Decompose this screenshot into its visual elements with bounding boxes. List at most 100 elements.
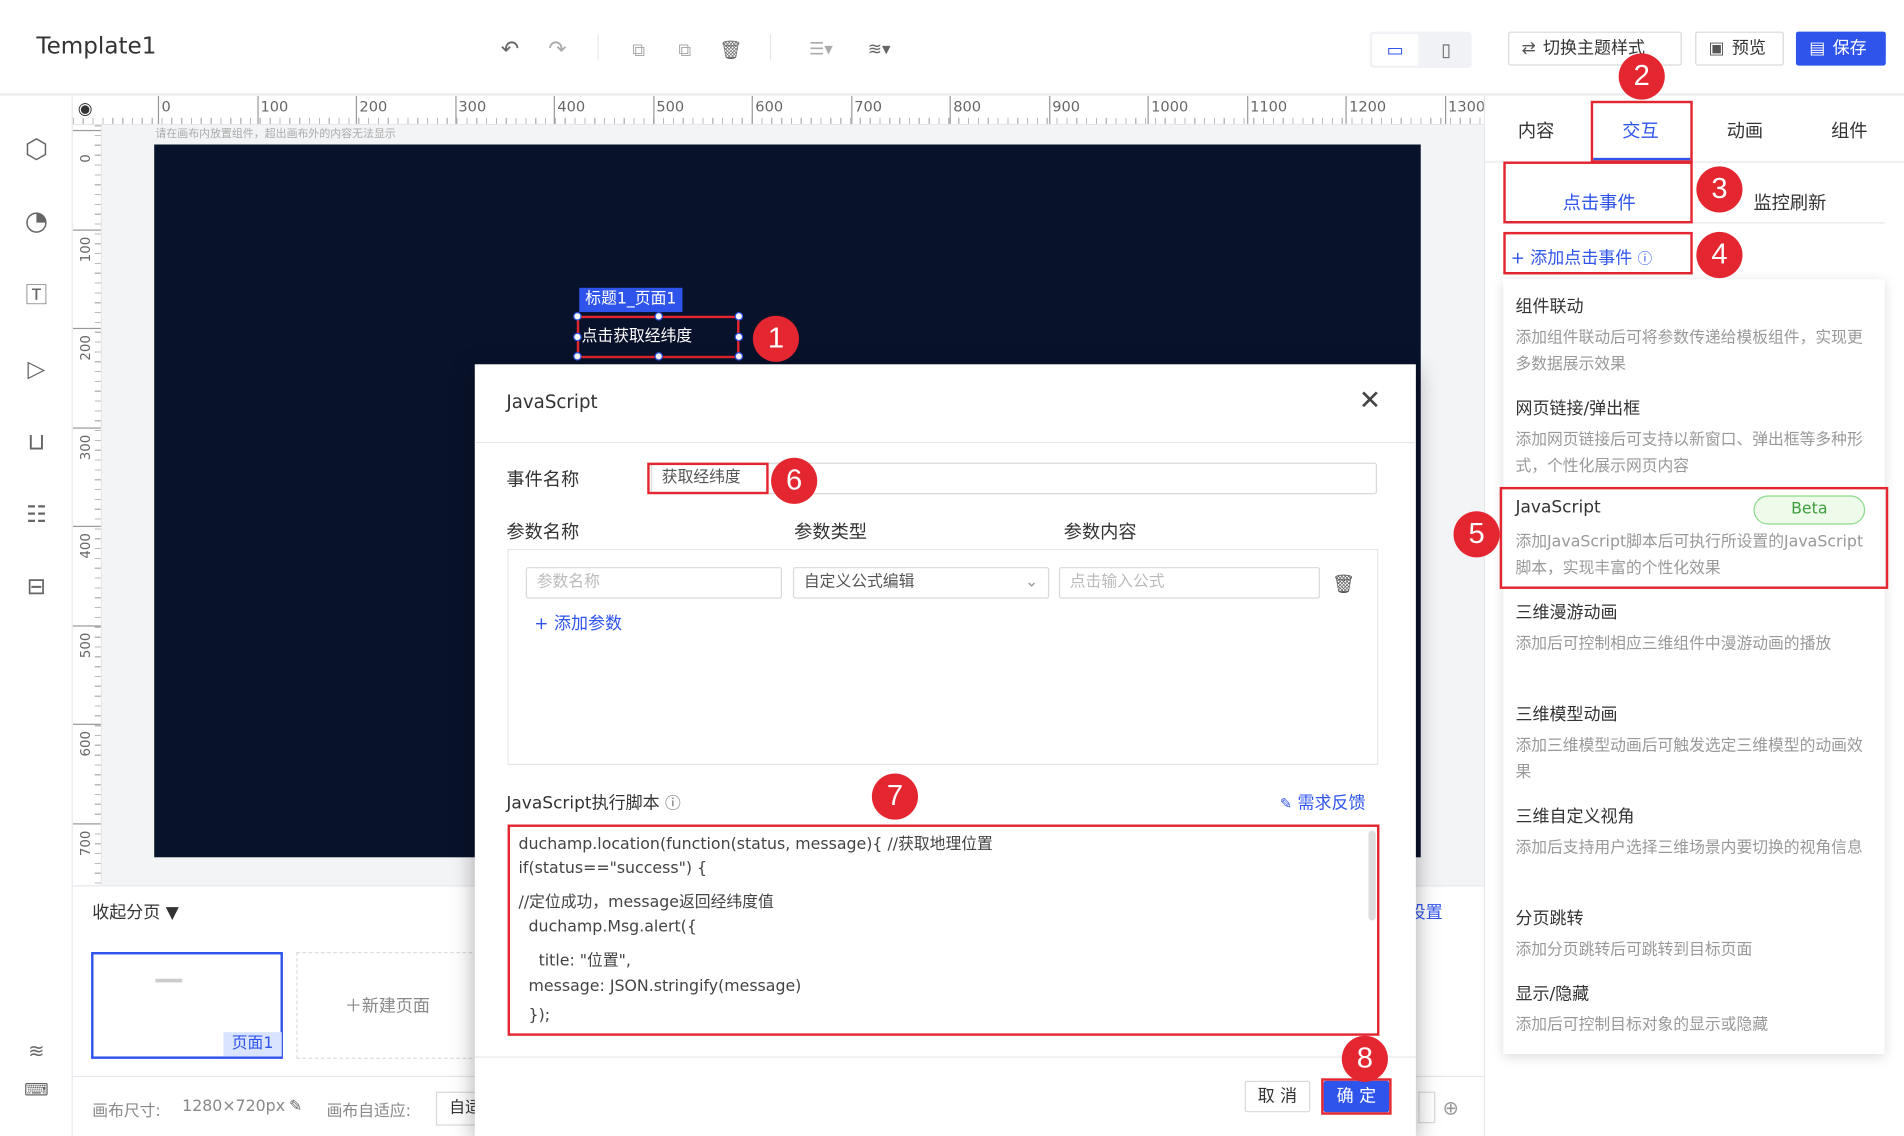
close-icon[interactable]: ✕ xyxy=(1359,386,1381,416)
param-content-input[interactable]: 点击输入公式 xyxy=(1058,567,1320,599)
layer-icon[interactable]: ≋▾ xyxy=(860,36,899,63)
media-icon[interactable]: ▷ xyxy=(17,350,56,389)
ruler-tick-label: 700 xyxy=(850,95,882,124)
keyboard-icon[interactable]: ⌨ xyxy=(17,1071,56,1110)
zoom-select[interactable] xyxy=(1418,1091,1436,1124)
save-button[interactable]: ▤ 保存 xyxy=(1795,31,1886,66)
resize-handle[interactable] xyxy=(734,332,744,342)
resize-handle[interactable] xyxy=(734,352,744,361)
menu-item-page-jump[interactable]: 分页跳转 xyxy=(1515,906,1583,930)
redo-icon[interactable]: ↷ xyxy=(544,36,571,63)
ruler-tick-label: 200 xyxy=(355,95,387,124)
menu-item-web-link[interactable]: 网页链接/弹出框 xyxy=(1515,396,1640,420)
code-line: duchamp.location(function(status, messag… xyxy=(518,835,993,854)
monitor-icon: ▣ xyxy=(1708,38,1725,59)
resize-handle[interactable] xyxy=(573,352,582,361)
zoom-in-icon[interactable]: ⊕ xyxy=(1443,1097,1459,1120)
text-icon[interactable]: 🅃 xyxy=(17,277,56,316)
highlight-tab xyxy=(1590,100,1693,163)
mobile-icon[interactable]: ▯ xyxy=(1423,34,1469,66)
code-line: message: JSON.stringify(message) xyxy=(518,977,802,996)
layers-icon[interactable]: ≋ xyxy=(17,1032,56,1071)
undo-icon[interactable]: ↶ xyxy=(497,36,524,63)
ruler-tick-text: 700 xyxy=(77,829,94,856)
page-label: 页面1 xyxy=(223,1032,282,1057)
param-content-header: 参数内容 xyxy=(1063,520,1137,543)
param-type-header: 参数类型 xyxy=(794,520,868,543)
add-param-button[interactable]: + 添加参数 xyxy=(534,611,622,635)
preview-button[interactable]: ▣ 预览 xyxy=(1695,31,1784,66)
step-badge-8: 8 xyxy=(1341,1035,1388,1082)
cancel-button[interactable]: 取 消 xyxy=(1244,1080,1311,1113)
tab-component[interactable]: 组件 xyxy=(1797,117,1901,158)
canvas-fit-label: 画布自适应: xyxy=(326,1102,411,1121)
highlight-subtab xyxy=(1503,161,1693,224)
ruler-tick-label: 600 xyxy=(72,723,101,773)
menu-item-desc: 添加后支持用户选择三维场景内要切换的视角信息 xyxy=(1515,839,1863,858)
resize-handle[interactable] xyxy=(573,332,582,342)
dialog-footer-divider xyxy=(474,1056,1416,1058)
resize-handle[interactable] xyxy=(573,312,582,321)
cube-icon[interactable]: ⬡ xyxy=(17,131,56,170)
ruler-tick-label: 800 xyxy=(949,95,981,124)
chevron-down-icon: ⌄ xyxy=(1024,573,1039,592)
editor-scrollbar[interactable] xyxy=(1368,830,1376,921)
param-type-select[interactable]: 自定义公式编辑 ⌄ xyxy=(792,567,1050,599)
menu-item-desc: 添加网页链接后可支持以新窗口、弹出框等多种形式，个性化展示网页内容 xyxy=(1515,431,1863,477)
menu-item-3d-tour[interactable]: 三维漫游动画 xyxy=(1515,600,1617,624)
tab-animation[interactable]: 动画 xyxy=(1693,117,1797,158)
collapse-pages-toggle[interactable]: 收起分页 ▼ xyxy=(92,900,178,924)
ruler-tick-label: 200 xyxy=(72,327,101,377)
menu-item-desc: 添加后可控制目标对象的显示或隐藏 xyxy=(1515,1016,1769,1035)
param-name-header: 参数名称 xyxy=(506,520,580,543)
inbox-icon[interactable]: ⊔ xyxy=(17,423,56,462)
highlight-javascript xyxy=(1499,486,1889,589)
component-tag: 标题1_页面1 xyxy=(579,287,683,313)
step-badge-6: 6 xyxy=(771,457,818,504)
trash-icon[interactable]: 🗑 xyxy=(1332,573,1355,595)
step-badge-2: 2 xyxy=(1618,53,1665,100)
app-title: Template1 xyxy=(36,32,157,60)
copy-icon[interactable]: ⧉ xyxy=(625,36,652,63)
event-name-label: 事件名称 xyxy=(506,468,580,491)
paste-icon[interactable]: ⧉ xyxy=(672,36,699,63)
resize-handle[interactable] xyxy=(654,312,664,321)
caret-down-icon: ▼ xyxy=(165,903,179,923)
menu-item-3d-model[interactable]: 三维模型动画 xyxy=(1515,702,1617,726)
archive-icon[interactable]: ⊟ xyxy=(17,567,56,606)
table-icon[interactable]: ☷ xyxy=(17,495,56,534)
subtab-monitor-refresh[interactable]: 监控刷新 xyxy=(1753,189,1826,215)
menu-item-component-link[interactable]: 组件联动 xyxy=(1515,294,1583,318)
eye-icon[interactable]: ◉ xyxy=(78,100,93,119)
ruler-tick-label: 1200 xyxy=(1345,95,1386,124)
ruler-tick-text: 400 xyxy=(77,533,94,559)
menu-item-show-hide[interactable]: 显示/隐藏 xyxy=(1515,981,1589,1005)
feedback-link[interactable]: ✎ 需求反馈 xyxy=(1280,791,1366,815)
ruler-tick-label: 100 xyxy=(256,95,288,124)
resize-handle[interactable] xyxy=(654,352,664,361)
ruler-tick-text: 600 xyxy=(77,731,94,757)
edit-icon: ✎ xyxy=(1279,795,1293,813)
desktop-icon[interactable]: ▭ xyxy=(1372,34,1419,66)
tab-content[interactable]: 内容 xyxy=(1484,117,1588,158)
menu-item-desc: 添加分页跳转后可跳转到目标页面 xyxy=(1515,941,1753,960)
align-icon[interactable]: ☰▾ xyxy=(801,36,840,63)
pie-chart-icon[interactable]: ◔ xyxy=(17,203,56,242)
vertical-ruler: 0 100 200 300 400 500 600 700 xyxy=(72,125,103,886)
new-page-button[interactable]: ＋新建页面 xyxy=(296,952,479,1059)
ruler-tick-label: 0 xyxy=(72,129,101,179)
dialog-header-divider xyxy=(474,442,1416,444)
toolbar-divider xyxy=(769,34,772,61)
canvas-size-value: 1280×720px xyxy=(182,1097,286,1116)
menu-item-desc: 添加后可控制相应三维组件中漫游动画的播放 xyxy=(1515,635,1832,654)
left-sidebar xyxy=(0,95,73,1136)
resize-handle[interactable] xyxy=(734,312,744,321)
ruler-tick-label: 400 xyxy=(553,95,585,124)
param-name-input[interactable]: 参数名称 xyxy=(525,567,783,599)
code-line: }); xyxy=(518,1006,551,1025)
menu-item-3d-view[interactable]: 三维自定义视角 xyxy=(1515,804,1634,828)
ruler-tick-label: 600 xyxy=(751,95,783,124)
edit-icon[interactable]: ✎ xyxy=(289,1098,302,1116)
delete-icon[interactable]: 🗑 xyxy=(718,36,745,63)
device-toggle: ▭ ▯ xyxy=(1369,31,1472,69)
